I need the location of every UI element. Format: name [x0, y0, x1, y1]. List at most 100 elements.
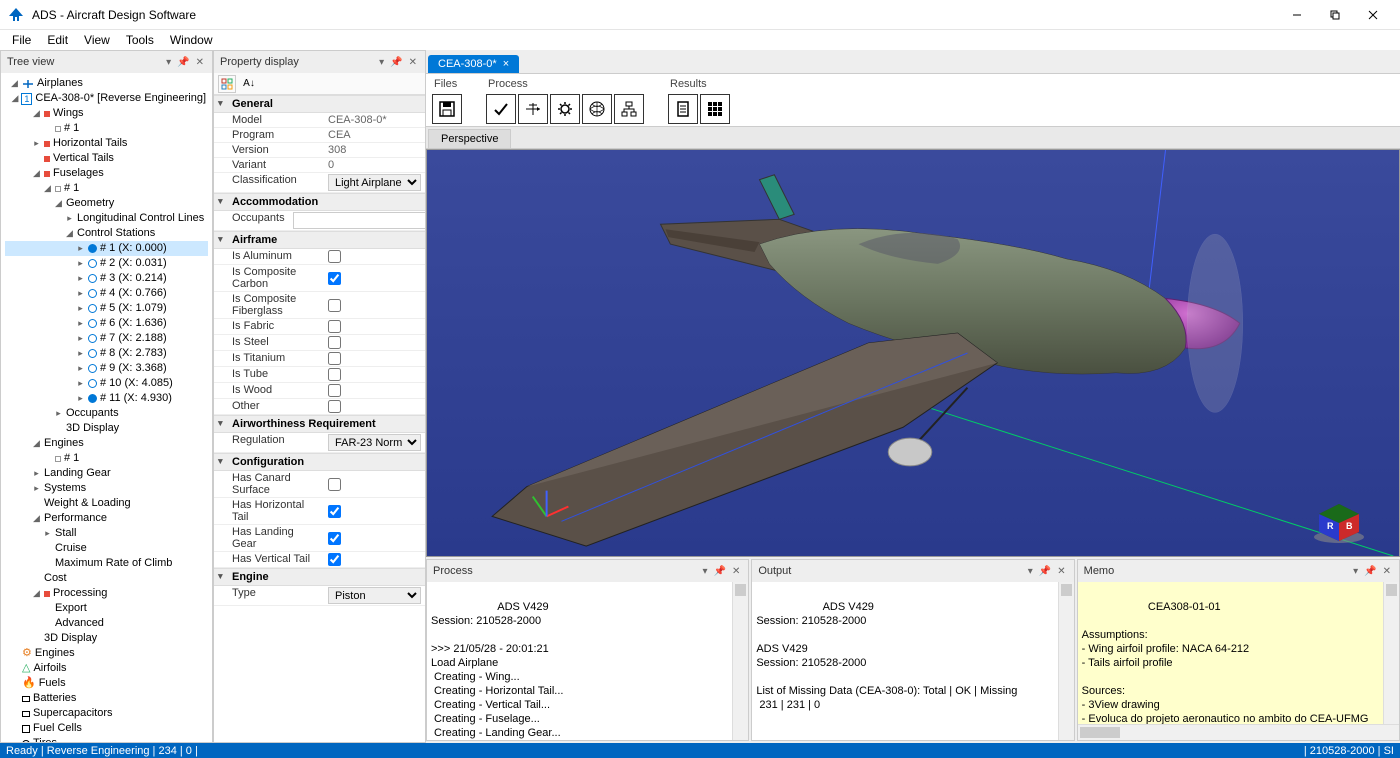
panel-pin-icon[interactable]: 📌: [711, 566, 727, 577]
panel-pin-icon[interactable]: 📌: [175, 57, 191, 68]
tree-node[interactable]: ▸# 4 (X: 0.766): [5, 286, 208, 301]
close-button[interactable]: [1354, 0, 1392, 30]
tree-node[interactable]: Advanced: [5, 616, 208, 631]
tree-node[interactable]: Cost: [5, 571, 208, 586]
property-checkbox[interactable]: [328, 532, 341, 545]
tree-node[interactable]: ◢Wings: [5, 106, 208, 121]
tree-node[interactable]: ◢Geometry: [5, 196, 208, 211]
tree-node[interactable]: # 1: [5, 121, 208, 136]
tree-node[interactable]: ◢1CEA-308-0* [Reverse Engineering]: [5, 91, 208, 106]
panel-close-icon[interactable]: ✕: [407, 57, 419, 68]
tree-node[interactable]: Fuel Cells: [5, 721, 208, 736]
memo-body[interactable]: CEA308-01-01 Assumptions: - Wing airfoil…: [1078, 582, 1399, 740]
property-category[interactable]: General: [214, 95, 425, 113]
save-icon[interactable]: [432, 94, 462, 124]
property-spinner-input[interactable]: [293, 212, 425, 229]
panel-dropdown-icon[interactable]: ▾: [1026, 566, 1035, 577]
property-checkbox[interactable]: [328, 400, 341, 413]
tree-node[interactable]: ▸# 7 (X: 2.188): [5, 331, 208, 346]
tree-node[interactable]: ▸# 1 (X: 0.000): [5, 241, 208, 256]
property-body[interactable]: GeneralModelCEA-308-0*ProgramCEAVersion3…: [214, 95, 425, 742]
menu-view[interactable]: View: [76, 31, 118, 49]
tree-node[interactable]: 🔥Fuels: [5, 676, 208, 691]
property-checkbox[interactable]: [328, 320, 341, 333]
property-checkbox[interactable]: [328, 384, 341, 397]
tree-node[interactable]: Tires: [5, 736, 208, 742]
tree-node[interactable]: # 1: [5, 451, 208, 466]
tree-node[interactable]: ◢Control Stations: [5, 226, 208, 241]
panel-pin-icon[interactable]: 📌: [1362, 566, 1378, 577]
property-checkbox[interactable]: [328, 352, 341, 365]
tree-node[interactable]: Batteries: [5, 691, 208, 706]
tree-node[interactable]: ▸# 8 (X: 2.783): [5, 346, 208, 361]
tree-node[interactable]: 3D Display: [5, 421, 208, 436]
tree-node[interactable]: ▸Longitudinal Control Lines: [5, 211, 208, 226]
property-checkbox[interactable]: [328, 505, 341, 518]
tree-node[interactable]: Maximum Rate of Climb: [5, 556, 208, 571]
sort-az-button[interactable]: A↓: [240, 75, 258, 93]
tree-node[interactable]: Export: [5, 601, 208, 616]
document-tab[interactable]: CEA-308-0* ×: [428, 55, 519, 73]
airplane-icon[interactable]: [518, 94, 548, 124]
tree-body[interactable]: ◢Airplanes◢1CEA-308-0* [Reverse Engineer…: [1, 73, 212, 742]
tree-node[interactable]: ⚙Engines: [5, 646, 208, 661]
panel-pin-icon[interactable]: 📌: [388, 57, 404, 68]
grid-icon[interactable]: [700, 94, 730, 124]
view-tab-perspective[interactable]: Perspective: [428, 129, 511, 148]
tree-diagram-icon[interactable]: [614, 94, 644, 124]
check-icon[interactable]: [486, 94, 516, 124]
property-select[interactable]: Light Airplane: [328, 174, 421, 191]
gear-icon[interactable]: [550, 94, 580, 124]
panel-dropdown-icon[interactable]: ▾: [700, 566, 709, 577]
panel-close-icon[interactable]: ✕: [730, 566, 742, 577]
viewport-3d[interactable]: R B: [426, 149, 1400, 557]
menu-file[interactable]: File: [4, 31, 39, 49]
menu-tools[interactable]: Tools: [118, 31, 162, 49]
maximize-button[interactable]: [1316, 0, 1354, 30]
panel-dropdown-icon[interactable]: ▾: [377, 57, 386, 68]
tree-node[interactable]: 3D Display: [5, 631, 208, 646]
tree-node[interactable]: Cruise: [5, 541, 208, 556]
tree-node[interactable]: ▸# 3 (X: 0.214): [5, 271, 208, 286]
tree-node[interactable]: ◢Performance: [5, 511, 208, 526]
property-select[interactable]: Piston: [328, 587, 421, 604]
panel-close-icon[interactable]: ✕: [194, 57, 206, 68]
tree-node[interactable]: ▸# 9 (X: 3.368): [5, 361, 208, 376]
panel-dropdown-icon[interactable]: ▾: [1351, 566, 1360, 577]
tree-node[interactable]: ◢Fuselages: [5, 166, 208, 181]
tree-node[interactable]: ◢Airplanes: [5, 76, 208, 91]
property-checkbox[interactable]: [328, 478, 341, 491]
tree-node[interactable]: ▸Systems: [5, 481, 208, 496]
tree-node[interactable]: ◢# 1: [5, 181, 208, 196]
scrollbar[interactable]: [1383, 582, 1399, 740]
minimize-button[interactable]: [1278, 0, 1316, 30]
document-tab-close-icon[interactable]: ×: [503, 58, 509, 70]
panel-pin-icon[interactable]: 📌: [1037, 566, 1053, 577]
property-category[interactable]: Airworthiness Requirement: [214, 415, 425, 433]
tree-node[interactable]: ▸# 11 (X: 4.930): [5, 391, 208, 406]
property-checkbox[interactable]: [328, 299, 341, 312]
output-body[interactable]: ADS V429 Session: 210528-2000 ADS V429 S…: [752, 582, 1073, 740]
scrollbar[interactable]: [1078, 724, 1399, 740]
panel-close-icon[interactable]: ✕: [1055, 566, 1067, 577]
process-body[interactable]: ADS V429 Session: 210528-2000 >>> 21/05/…: [427, 582, 748, 740]
tree-node[interactable]: ▸# 6 (X: 1.636): [5, 316, 208, 331]
tree-node[interactable]: Vertical Tails: [5, 151, 208, 166]
tree-node[interactable]: ▸Stall: [5, 526, 208, 541]
property-category[interactable]: Accommodation: [214, 193, 425, 211]
scrollbar[interactable]: [1058, 582, 1074, 740]
property-checkbox[interactable]: [328, 336, 341, 349]
mesh-icon[interactable]: [582, 94, 612, 124]
property-select[interactable]: FAR-23 Normal: [328, 434, 421, 451]
property-checkbox[interactable]: [328, 368, 341, 381]
tree-node[interactable]: Weight & Loading: [5, 496, 208, 511]
property-checkbox[interactable]: [328, 553, 341, 566]
scrollbar[interactable]: [732, 582, 748, 740]
tree-node[interactable]: ◢Engines: [5, 436, 208, 451]
orientation-cube[interactable]: R B: [1309, 499, 1369, 544]
tree-node[interactable]: ▸Landing Gear: [5, 466, 208, 481]
menu-edit[interactable]: Edit: [39, 31, 76, 49]
tree-node[interactable]: ▸# 2 (X: 0.031): [5, 256, 208, 271]
tree-node[interactable]: ▸# 5 (X: 1.079): [5, 301, 208, 316]
panel-dropdown-icon[interactable]: ▾: [164, 57, 173, 68]
